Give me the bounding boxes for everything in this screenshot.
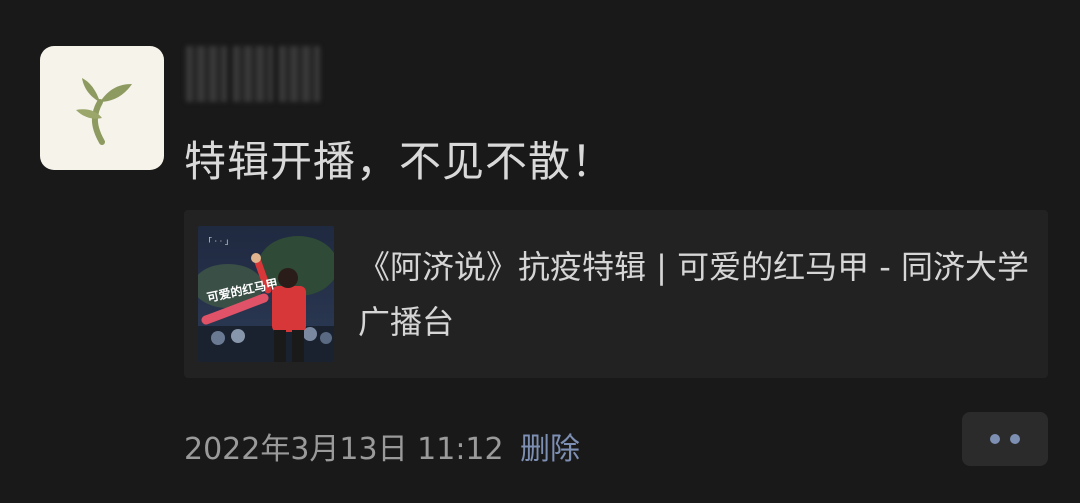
shared-article-card[interactable]: 「 · · 」 可爱的红马甲 《阿济说》抗疫特辑 | 可爱的红马甲 - 同济大学… [184, 210, 1048, 378]
article-title: 《阿济说》抗疫特辑 | 可爱的红马甲 - 同济大学广播台 [358, 248, 1030, 341]
blurred-nickname [186, 46, 321, 102]
delete-button[interactable]: 删除 [520, 424, 580, 468]
thumbnail-top-caption: 「 · · 」 [204, 237, 233, 246]
two-dots-icon [990, 434, 1000, 444]
two-dots-icon [1010, 434, 1020, 444]
article-thumbnail: 「 · · 」 可爱的红马甲 [198, 226, 334, 362]
more-actions-button[interactable] [962, 412, 1048, 466]
thumbnail-image: 「 · · 」 可爱的红马甲 [198, 226, 334, 362]
post-timestamp: 2022年3月13日 11:12 [184, 432, 504, 467]
post-text: 特辑开播，不见不散！ [184, 137, 615, 186]
avatar[interactable] [40, 46, 164, 170]
moment-post: 特辑开播，不见不散！ 「 · · 」 可爱的红马甲 《阿济说》抗疫特辑 | 可爱… [0, 0, 1080, 503]
sprout-logo-icon [76, 78, 132, 145]
